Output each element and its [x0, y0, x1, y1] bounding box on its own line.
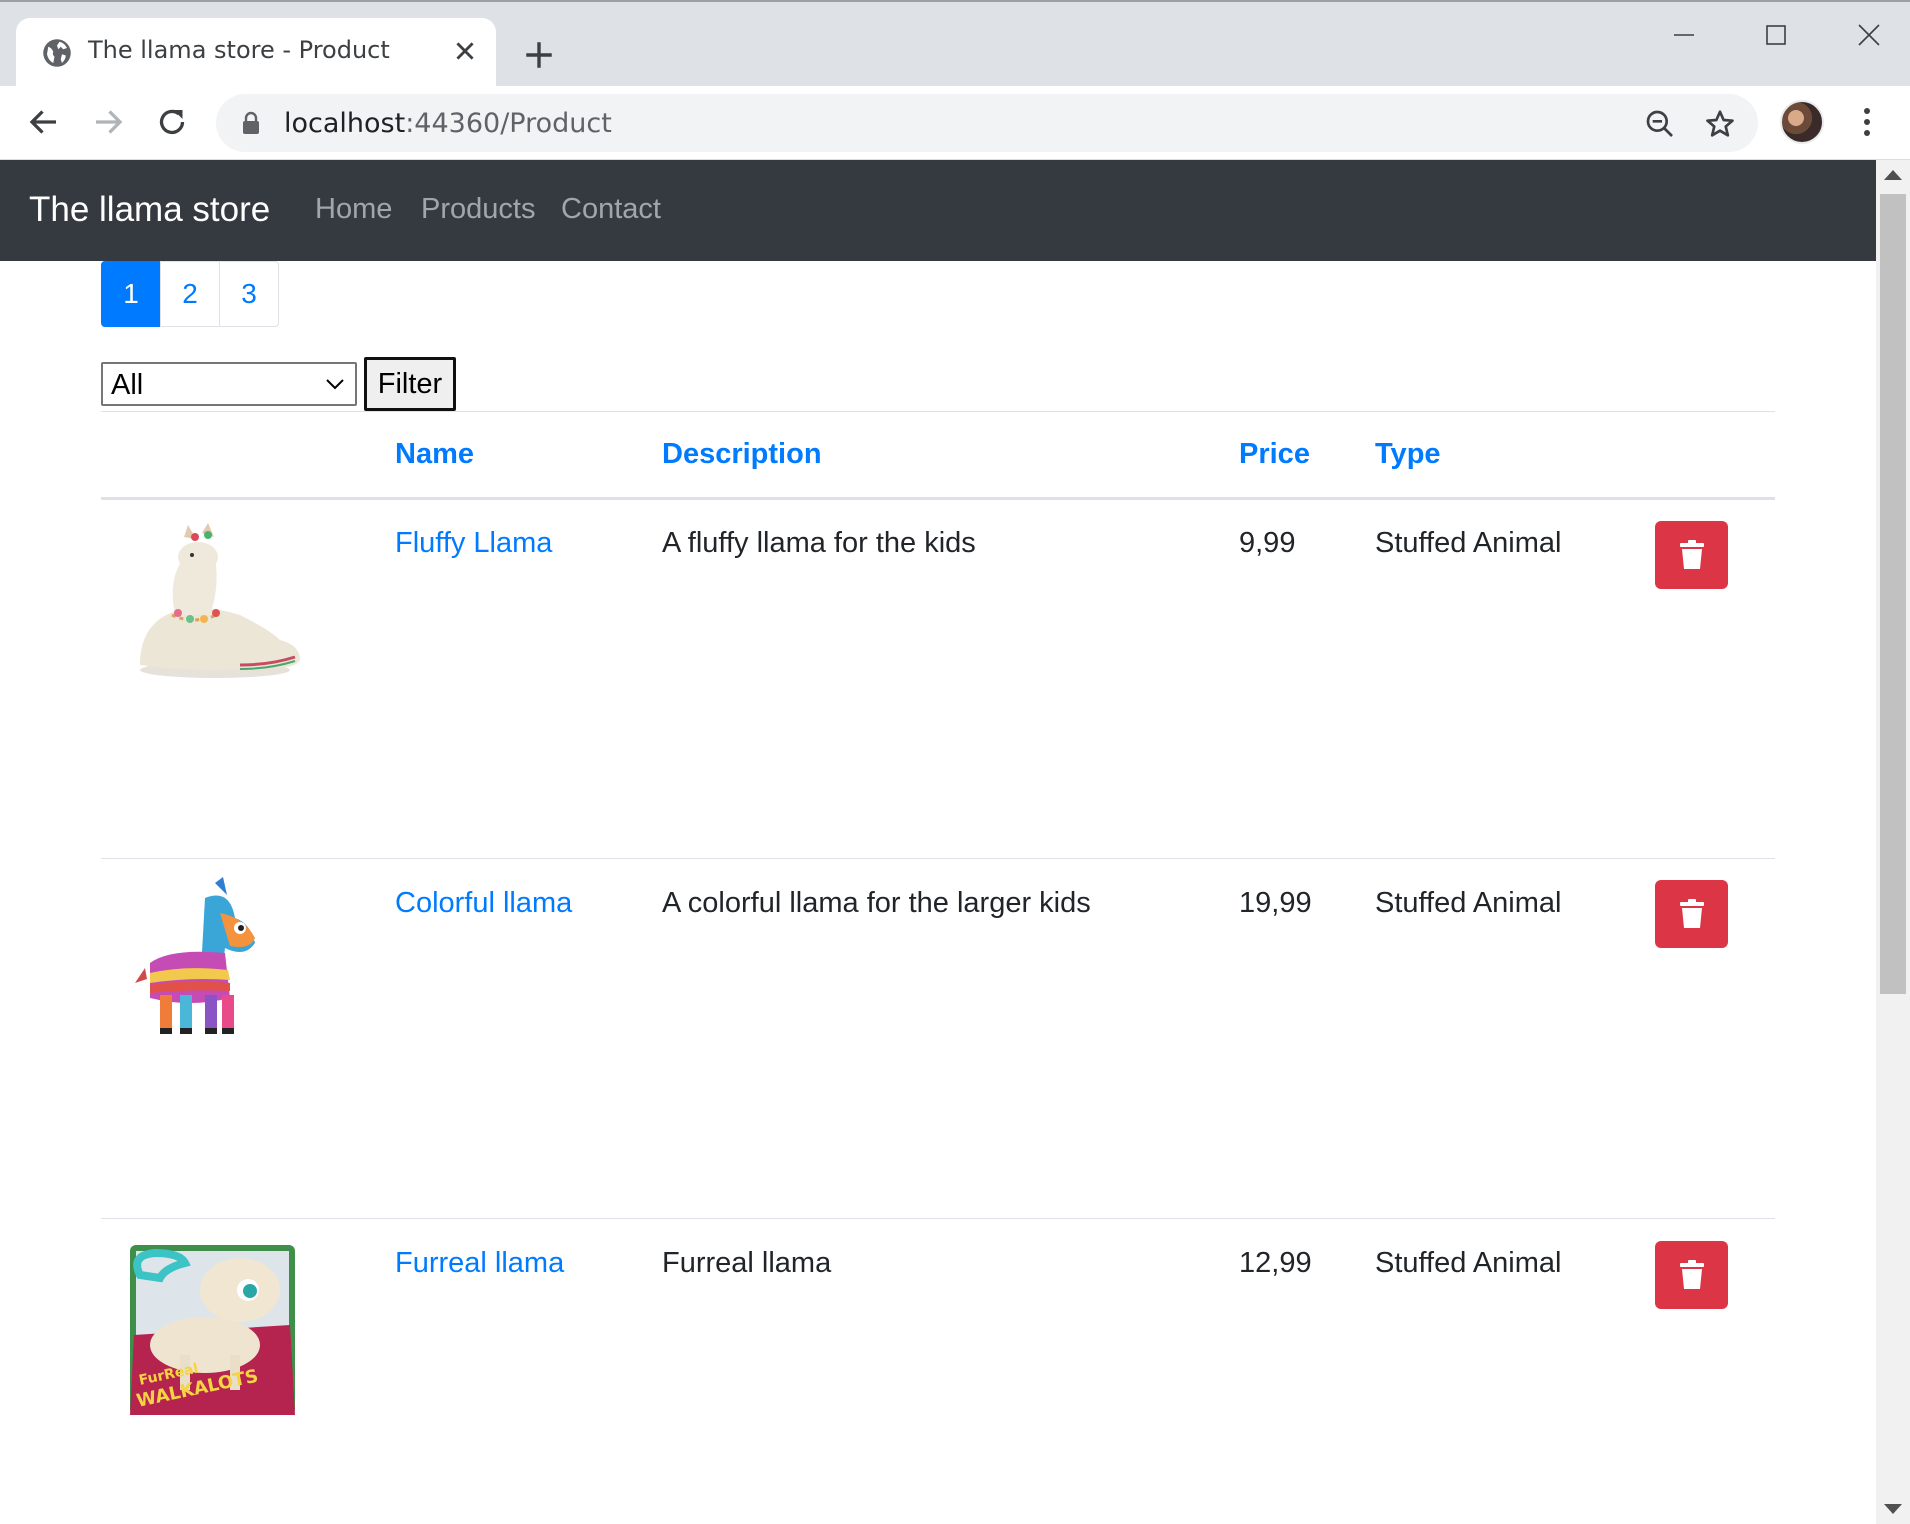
- back-arrow-icon[interactable]: [26, 104, 62, 140]
- lock-icon[interactable]: [240, 111, 262, 135]
- trash-icon: [1679, 1260, 1704, 1289]
- pagination: 1 2 3: [101, 261, 279, 327]
- reload-icon[interactable]: [154, 104, 190, 140]
- product-price: 9,99: [1239, 527, 1296, 559]
- url-path: :44360/Product: [405, 108, 612, 139]
- navbar-brand[interactable]: The llama store: [29, 190, 270, 230]
- row-divider: [101, 1218, 1775, 1219]
- table-top-border: [101, 411, 1775, 412]
- url-host: localhost: [284, 108, 406, 139]
- close-tab-icon[interactable]: [452, 38, 478, 64]
- tab-title: The llama store - Product: [88, 36, 390, 64]
- scroll-up-arrow-icon[interactable]: [1884, 170, 1902, 180]
- address-bar[interactable]: localhost:44360/Product: [216, 94, 1758, 152]
- page-viewport: The llama store Home Products Contact 1 …: [0, 160, 1876, 1524]
- forward-arrow-icon[interactable]: [90, 104, 126, 140]
- more-menu-icon[interactable]: [1852, 104, 1882, 140]
- globe-icon: [43, 39, 71, 67]
- product-image-furreal-llama-box: FurReal WALKALOTS: [130, 1245, 295, 1415]
- column-header-type[interactable]: Type: [1375, 438, 1441, 471]
- product-description: A colorful llama for the larger kids: [662, 887, 1091, 919]
- scroll-down-arrow-icon[interactable]: [1884, 1504, 1902, 1514]
- page-scrollbar[interactable]: [1876, 160, 1910, 1524]
- product-price: 12,99: [1239, 1247, 1312, 1279]
- site-navbar: The llama store Home Products Contact: [0, 160, 1876, 261]
- page-3-link[interactable]: 3: [219, 261, 279, 327]
- delete-button[interactable]: [1655, 880, 1728, 948]
- product-description: A fluffy llama for the kids: [662, 527, 976, 559]
- row-divider: [101, 858, 1775, 859]
- product-name-link[interactable]: Colorful llama: [395, 887, 572, 920]
- product-price: 19,99: [1239, 887, 1312, 919]
- browser-toolbar: localhost:44360/Product: [0, 86, 1910, 160]
- bookmark-star-icon[interactable]: [1704, 108, 1736, 140]
- maximize-icon[interactable]: [1756, 20, 1796, 50]
- product-image-fluffy-llama: [140, 523, 300, 678]
- product-name-link[interactable]: Furreal llama: [395, 1247, 564, 1280]
- table-header-border: [101, 497, 1775, 500]
- zoom-out-icon[interactable]: [1644, 108, 1676, 140]
- nav-link-products[interactable]: Products: [421, 193, 535, 226]
- nav-link-contact[interactable]: Contact: [561, 193, 661, 226]
- column-header-price[interactable]: Price: [1239, 438, 1310, 471]
- profile-avatar[interactable]: [1780, 100, 1824, 144]
- new-tab-icon[interactable]: [522, 38, 556, 72]
- trash-icon: [1679, 540, 1704, 569]
- filter-button[interactable]: Filter: [364, 357, 456, 411]
- close-window-icon[interactable]: [1848, 20, 1888, 50]
- page-2-link[interactable]: 2: [160, 261, 220, 327]
- delete-button[interactable]: [1655, 521, 1728, 589]
- column-header-name[interactable]: Name: [395, 438, 474, 471]
- trash-icon: [1679, 899, 1704, 928]
- nav-link-home[interactable]: Home: [315, 193, 392, 226]
- url-text[interactable]: localhost:44360/Product: [284, 108, 612, 139]
- product-description: Furreal llama: [662, 1247, 832, 1279]
- minimize-icon[interactable]: [1664, 20, 1704, 50]
- scrollbar-thumb[interactable]: [1880, 194, 1906, 994]
- product-type: Stuffed Animal: [1375, 1247, 1562, 1279]
- product-type: Stuffed Animal: [1375, 527, 1562, 559]
- product-type: Stuffed Animal: [1375, 887, 1562, 919]
- product-name-link[interactable]: Fluffy Llama: [395, 527, 552, 560]
- type-filter-select[interactable]: All: [101, 362, 357, 406]
- delete-button[interactable]: [1655, 1241, 1728, 1309]
- browser-tab[interactable]: The llama store - Product: [16, 18, 496, 88]
- page-1-link[interactable]: 1: [101, 261, 161, 327]
- column-header-description[interactable]: Description: [662, 438, 822, 471]
- chevron-down-icon: [326, 379, 344, 390]
- type-filter-value: All: [111, 369, 144, 401]
- browser-tab-strip: The llama store - Product: [0, 0, 1910, 88]
- product-image-pinata-llama: [135, 877, 255, 1034]
